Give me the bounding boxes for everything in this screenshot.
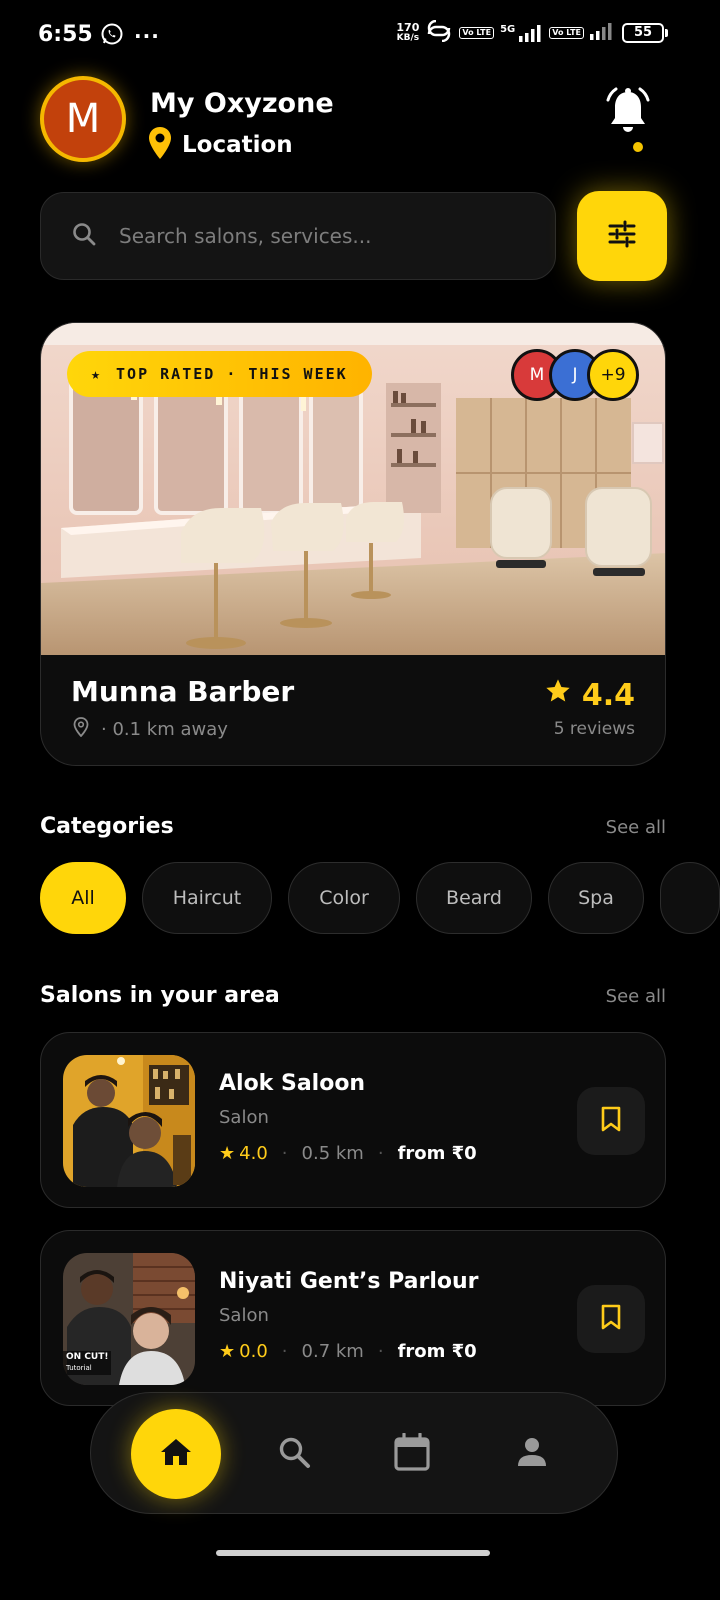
salon-thumbnail <box>63 1055 195 1187</box>
location-selector[interactable]: Location <box>148 126 293 164</box>
filter-button[interactable] <box>577 191 667 281</box>
thumbnail-caption: ON CUT! <box>66 1352 109 1362</box>
nav-search-button[interactable] <box>271 1431 317 1477</box>
battery-icon: 55 <box>622 23 668 43</box>
app-title: My Oxyzone <box>150 88 334 119</box>
featured-salon-card[interactable]: ★ TOP RATED · THIS WEEK M J +9 Munna Barbe… <box>40 322 666 766</box>
home-indicator[interactable] <box>216 1550 490 1556</box>
visitor-avatar: +9 <box>587 349 639 401</box>
bottom-navigation <box>90 1392 618 1514</box>
search-bar[interactable] <box>40 192 556 280</box>
signal-5g-icon: 5G <box>500 24 543 42</box>
net-speed: 170 KB/s <box>396 21 420 43</box>
featured-salon-rating: 4.4 <box>581 677 635 713</box>
salon-distance: 0.7 km <box>301 1341 364 1362</box>
star-icon: ★ <box>219 1143 236 1164</box>
location-pin-icon <box>148 126 172 164</box>
salon-card[interactable]: ON CUT! Tutorial Niyati Gent’s Parlour S… <box>40 1230 666 1406</box>
salons-see-all-link[interactable]: See all <box>606 986 666 1007</box>
top-rated-badge: ★ TOP RATED · THIS WEEK <box>67 351 372 397</box>
search-icon <box>277 1435 311 1473</box>
salon-price: from ₹0 <box>397 1143 477 1164</box>
bookmark-button[interactable] <box>577 1285 645 1353</box>
whatsapp-icon <box>100 22 124 50</box>
salons-title: Salons in your area <box>40 983 280 1008</box>
category-chip-all[interactable]: All <box>40 862 126 934</box>
notification-bell-icon[interactable] <box>606 86 650 136</box>
calendar-icon <box>394 1432 430 1475</box>
search-input[interactable] <box>119 224 519 248</box>
notification-dot <box>633 142 643 152</box>
salon-rating: 0.0 <box>239 1341 268 1362</box>
nav-calendar-button[interactable] <box>389 1431 435 1477</box>
categories-title: Categories <box>40 814 174 839</box>
home-icon <box>160 1437 192 1471</box>
star-icon: ★ <box>219 1341 236 1362</box>
featured-salon-name: Munna Barber <box>71 675 295 708</box>
category-chip-spa[interactable]: Spa <box>548 862 644 934</box>
category-chip-more[interactable] <box>660 862 720 934</box>
salon-distance: 0.5 km <box>301 1143 364 1164</box>
visitor-avatars: M J +9 <box>511 349 639 401</box>
location-outline-icon <box>73 717 89 742</box>
salon-name: Alok Saloon <box>219 1071 366 1096</box>
categories-see-all-link[interactable]: See all <box>606 817 666 838</box>
category-chip-beard[interactable]: Beard <box>416 862 532 934</box>
salon-card[interactable]: Alok Saloon Salon ★ 4.0 · 0.5 km · from ₹… <box>40 1032 666 1208</box>
bookmark-icon <box>600 1304 622 1334</box>
salon-name: Niyati Gent’s Parlour <box>219 1269 479 1294</box>
location-label: Location <box>182 132 293 158</box>
salon-type: Salon <box>219 1305 269 1326</box>
star-icon <box>544 677 572 713</box>
nav-profile-button[interactable] <box>509 1431 555 1477</box>
person-icon <box>516 1436 548 1472</box>
featured-salon-distance: · 0.1 km away <box>101 719 228 740</box>
category-chips: All Haircut Color Beard Spa <box>40 862 720 934</box>
category-chip-color[interactable]: Color <box>288 862 400 934</box>
salon-type: Salon <box>219 1107 269 1128</box>
category-chip-haircut[interactable]: Haircut <box>142 862 272 934</box>
signal-icon <box>590 22 616 44</box>
salon-thumbnail: ON CUT! Tutorial <box>63 1253 195 1385</box>
thumbnail-subcaption: Tutorial <box>66 1364 92 1372</box>
search-icon <box>71 221 97 251</box>
sliders-icon <box>607 219 637 253</box>
volte-icon: Vo LTE <box>459 27 495 39</box>
more-notifications-icon: ··· <box>134 24 160 48</box>
volte-icon-2: Vo LTE <box>549 27 584 39</box>
bookmark-icon <box>600 1106 622 1136</box>
salon-rating: 4.0 <box>239 1143 268 1164</box>
hotspot-icon <box>425 19 453 46</box>
nav-home-button[interactable] <box>131 1409 221 1499</box>
featured-salon-reviews: 5 reviews <box>553 719 635 739</box>
avatar[interactable]: M <box>40 76 126 162</box>
bookmark-button[interactable] <box>577 1087 645 1155</box>
status-time: 6:55 <box>38 22 93 47</box>
salon-price: from ₹0 <box>397 1341 477 1362</box>
status-bar: 6:55 ··· 170 KB/s Vo LTE 5G Vo LTE 55 <box>0 0 720 72</box>
